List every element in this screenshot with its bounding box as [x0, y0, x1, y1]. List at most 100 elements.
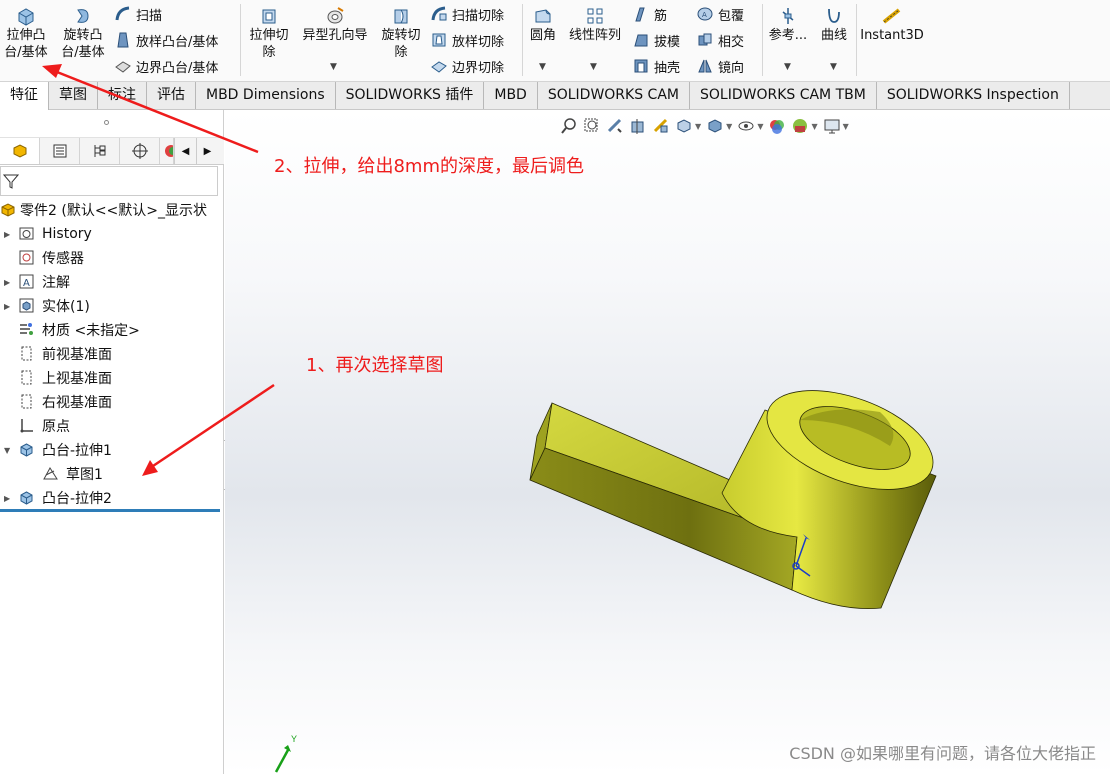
hole-wizard-dropdown-icon[interactable]: ▼: [330, 62, 337, 72]
tree-item-label: 注解: [42, 275, 70, 291]
instant3d-button[interactable]: Instant3D: [858, 4, 926, 44]
zoom-to-area-icon[interactable]: [583, 117, 601, 135]
graphics-area[interactable]: [225, 110, 1110, 774]
tabs-scroll-left-icon[interactable]: ◀: [174, 138, 196, 164]
revolve-boss-button[interactable]: 旋转凸 台/基体: [58, 4, 108, 61]
tab-4[interactable]: MBD Dimensions: [196, 82, 336, 109]
expand-icon[interactable]: ▶: [4, 230, 10, 239]
tab-0[interactable]: 特征: [0, 82, 49, 110]
tree-item[interactable]: 右视基准面: [0, 390, 224, 414]
expand-icon[interactable]: ▶: [4, 302, 10, 311]
view-settings-icon[interactable]: [823, 117, 841, 135]
tree-item[interactable]: 上视基准面: [0, 366, 224, 390]
extrude-cut-button[interactable]: 拉伸切 除: [246, 4, 292, 61]
tree-item[interactable]: ▶ 凸台-拉伸2: [0, 486, 224, 510]
tab-3[interactable]: 评估: [147, 82, 196, 109]
apply-scene-dropdown-icon[interactable]: ▼: [811, 122, 817, 131]
zoom-to-fit-icon[interactable]: [560, 117, 578, 135]
dynamic-annotation-icon[interactable]: [652, 117, 670, 135]
property-manager-tab[interactable]: [40, 138, 80, 164]
tree-item[interactable]: ▼ 凸台-拉伸1: [0, 438, 224, 462]
extrude-feature-icon: [20, 443, 33, 457]
boundary-boss-button[interactable]: 边界凸台/基体: [114, 55, 218, 77]
mirror-button[interactable]: 镜向: [696, 55, 744, 77]
tree-item[interactable]: 传感器: [0, 246, 224, 270]
revolve-cut-button[interactable]: 旋转切 除: [378, 4, 424, 61]
feature-manager-tab[interactable]: [0, 138, 40, 164]
hide-show-items-icon[interactable]: [737, 117, 755, 135]
tab-5[interactable]: SOLIDWORKS 插件: [336, 82, 485, 109]
rib-button[interactable]: 筋: [632, 3, 667, 25]
expand-icon[interactable]: ▶: [4, 278, 10, 287]
tree-item[interactable]: 材质 <未指定>: [0, 318, 224, 342]
tree-filter[interactable]: [0, 166, 218, 196]
tab-6[interactable]: MBD: [484, 82, 538, 109]
tab-2[interactable]: 标注: [98, 82, 147, 109]
curves-label: 曲线: [820, 28, 847, 43]
draft-label: 拔模: [654, 34, 681, 50]
tree-root-label: 零件2 (默认<<默认>_显示状: [20, 203, 208, 219]
tabs-scroll-right-icon[interactable]: ▶: [196, 138, 218, 164]
reference-geometry-icon: [782, 8, 794, 24]
loft-cut-button[interactable]: 放样切除: [430, 29, 504, 51]
linear-pattern-dropdown-icon[interactable]: ▼: [590, 62, 597, 72]
tree-item-label: 实体(1): [42, 299, 90, 315]
hide-show-dropdown-icon[interactable]: ▼: [757, 122, 763, 131]
boundary-cut-button[interactable]: 边界切除: [430, 55, 504, 77]
hole-wizard-button[interactable]: 异型孔向导: [298, 4, 372, 44]
reference-geometry-button[interactable]: 参考...: [766, 4, 810, 44]
configuration-manager-tab[interactable]: [80, 138, 120, 164]
tree-item[interactable]: ▶ History: [0, 222, 224, 246]
reference-dropdown-icon[interactable]: ▼: [784, 62, 791, 72]
extrude-cut-icon: [262, 9, 276, 24]
intersect-button[interactable]: 相交: [696, 29, 744, 51]
svg-text:A: A: [23, 278, 30, 289]
boundary-boss-label: 边界凸台/基体: [136, 60, 219, 76]
curves-dropdown-icon[interactable]: ▼: [830, 62, 837, 72]
tab-8[interactable]: SOLIDWORKS CAM TBM: [690, 82, 877, 109]
sweep-button[interactable]: 扫描: [114, 3, 162, 25]
tab-1[interactable]: 草图: [49, 82, 98, 109]
tree-item[interactable]: 草图1: [0, 462, 224, 486]
wrap-button[interactable]: A 包覆: [696, 3, 744, 25]
extrude-boss-button[interactable]: 拉伸凸 台/基体: [4, 4, 48, 61]
previous-view-icon[interactable]: [606, 117, 624, 135]
display-style-dropdown-icon[interactable]: ▼: [726, 122, 732, 131]
panel-tabs: ◀ ▶: [0, 138, 224, 165]
rollback-bar[interactable]: [0, 509, 220, 512]
boundary-boss-icon: [115, 61, 131, 73]
tree-item-label: 凸台-拉伸2: [42, 491, 112, 507]
section-view-icon[interactable]: [629, 117, 647, 135]
collapse-icon[interactable]: ▼: [4, 446, 10, 455]
edit-appearance-icon[interactable]: [768, 117, 786, 135]
sweep-cut-button[interactable]: 扫描切除: [430, 3, 504, 25]
mirror-icon: [698, 59, 712, 73]
fillet-dropdown-icon[interactable]: ▼: [539, 62, 546, 72]
draft-button[interactable]: 拔模: [632, 29, 680, 51]
tree-item-label: 传感器: [42, 251, 84, 267]
view-orientation-icon[interactable]: [675, 117, 693, 135]
display-manager-tab[interactable]: [160, 138, 174, 164]
filter-icon[interactable]: [3, 173, 19, 189]
fillet-button[interactable]: 圆角: [526, 4, 560, 44]
tree-item[interactable]: 原点: [0, 414, 224, 438]
view-orientation-dropdown-icon[interactable]: ▼: [695, 122, 701, 131]
display-style-icon[interactable]: [706, 117, 724, 135]
tree-root-part[interactable]: 零件2 (默认<<默认>_显示状: [0, 198, 224, 222]
expand-icon[interactable]: ▶: [4, 494, 10, 503]
loft-boss-button[interactable]: 放样凸台/基体: [114, 29, 218, 51]
tab-7[interactable]: SOLIDWORKS CAM: [538, 82, 690, 109]
tree-item[interactable]: ▶ 实体(1): [0, 294, 224, 318]
panel-grip-icon[interactable]: [104, 120, 109, 125]
apply-scene-icon[interactable]: [791, 117, 809, 135]
instant3d-icon: [882, 8, 901, 24]
view-settings-dropdown-icon[interactable]: ▼: [843, 122, 849, 131]
curves-button[interactable]: 曲线: [814, 4, 854, 44]
linear-pattern-button[interactable]: 线性阵列: [564, 4, 626, 44]
shell-button[interactable]: 抽壳: [632, 55, 680, 77]
tree-item[interactable]: 前视基准面: [0, 342, 224, 366]
tree-item[interactable]: ▶ A 注解: [0, 270, 224, 294]
tab-9[interactable]: SOLIDWORKS Inspection: [877, 82, 1070, 109]
annotation-step-2: 2、拉伸，给出8mm的深度，最后调色: [274, 156, 584, 177]
dimxpert-manager-tab[interactable]: [120, 138, 160, 164]
